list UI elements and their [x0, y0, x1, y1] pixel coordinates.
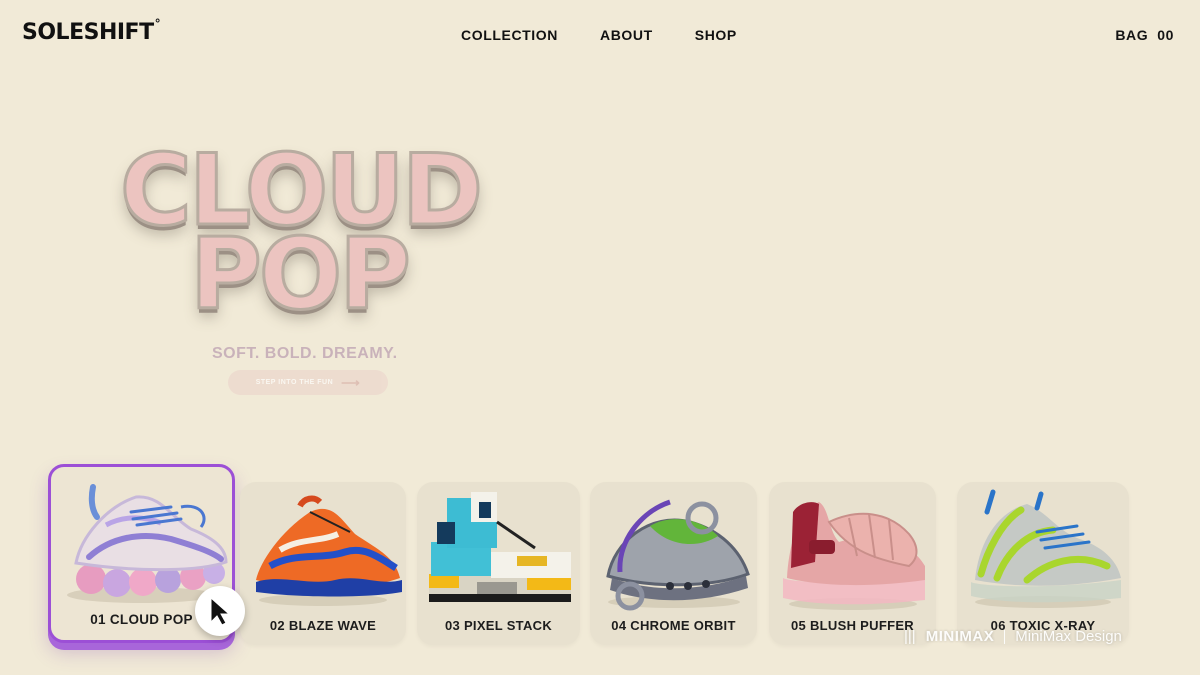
hero-title-line-2: POP [189, 218, 413, 332]
divider [1004, 629, 1006, 644]
product-label: 04 CHROME ORBIT [611, 618, 736, 633]
main-nav: COLLECTION ABOUT SHOP [461, 27, 737, 43]
nav-shop[interactable]: SHOP [695, 27, 737, 43]
nav-about[interactable]: ABOUT [600, 27, 653, 43]
watermark-brand: MINIMAX [925, 628, 995, 645]
cta-button[interactable]: STEP INTO THE FUN ⟶ [228, 370, 388, 395]
bag-button[interactable]: BAG 00 [1115, 27, 1174, 43]
sneaker-chrome-orbit-image [590, 482, 757, 615]
product-label: 02 BLAZE WAVE [269, 618, 377, 633]
sneaker-pixel-stack-image [417, 482, 580, 615]
nav-collection[interactable]: COLLECTION [461, 27, 558, 43]
watermark: ||| MINIMAX MiniMax Design [904, 628, 1122, 645]
product-card-chrome-orbit[interactable]: 04 CHROME ORBIT [590, 482, 757, 645]
product-card-pixel-stack[interactable]: 03 PIXEL STACK [417, 482, 580, 645]
hero-title: CLOUD POP [118, 141, 484, 342]
logo[interactable]: SOLESHIFT° [22, 17, 161, 45]
bag-count: 00 [1157, 27, 1174, 43]
arrow-right-icon: ⟶ [341, 374, 361, 390]
sneaker-blaze-wave-image [240, 482, 406, 615]
sneaker-blush-puffer-image [769, 482, 936, 615]
hero-tagline: SOFT. BOLD. DREAMY. [212, 345, 398, 362]
product-card-blush-puffer[interactable]: 05 BLUSH PUFFER [769, 482, 936, 645]
sneaker-toxic-x-ray-image [957, 482, 1129, 615]
cta-label: STEP INTO THE FUN [255, 379, 334, 386]
product-card-blaze-wave[interactable]: 02 BLAZE WAVE [240, 482, 406, 645]
waveform-icon: ||| [904, 628, 916, 645]
mouse-pointer-icon [195, 586, 245, 636]
watermark-design: MiniMax Design [1015, 628, 1122, 645]
product-card-toxic-x-ray[interactable]: 06 TOXIC X-RAY [957, 482, 1129, 645]
sneaker-cloud-pop-image [51, 467, 232, 610]
product-label: 03 PIXEL STACK [444, 618, 553, 633]
